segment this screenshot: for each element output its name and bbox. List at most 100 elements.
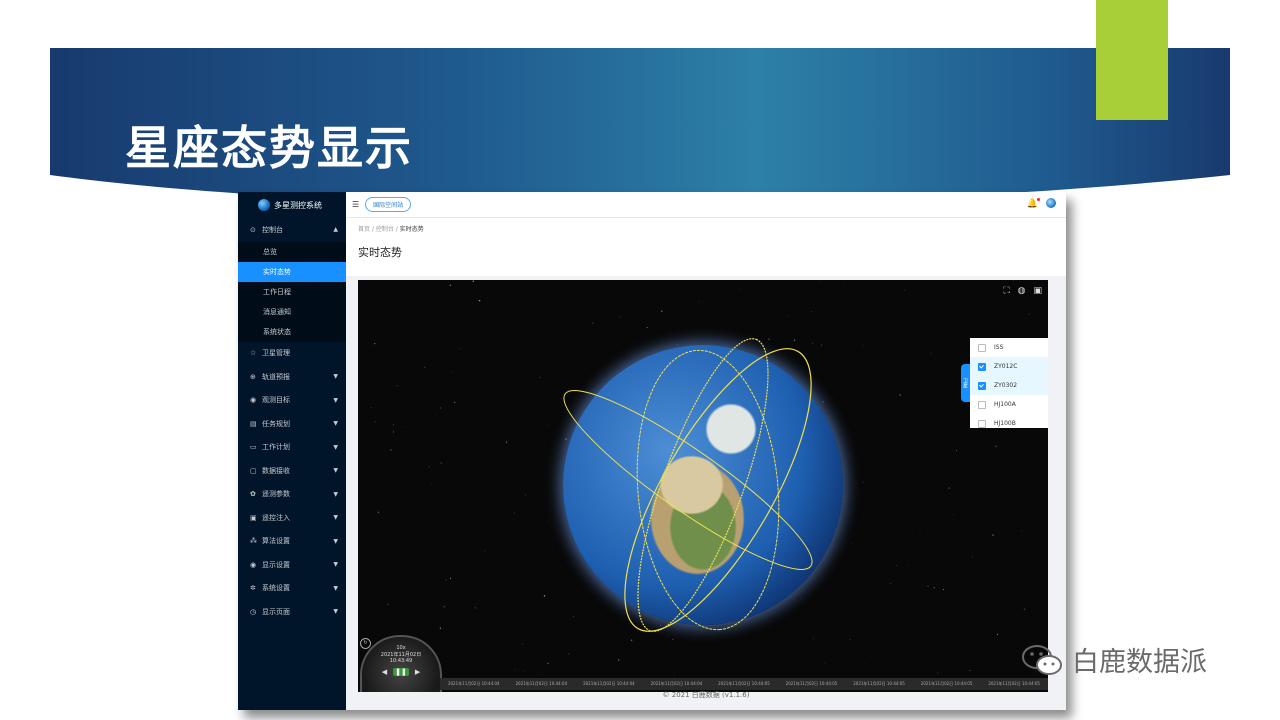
notification-dot (1037, 198, 1040, 201)
sidebar-item-label: 遥控注入 (262, 513, 290, 522)
breadcrumb: 首页 / 控制台 / 实时态势 (358, 226, 424, 233)
sidebar-item-label: 数据接收 (262, 466, 290, 475)
orbit-tracks (563, 338, 813, 632)
rewind-icon[interactable]: ◀ (382, 668, 387, 676)
sidebar-item-label: 遥测参数 (262, 490, 290, 499)
sidebar-subitem[interactable]: 实时态势 (238, 261, 346, 282)
breadcrumb-control[interactable]: 控制台 (376, 226, 394, 233)
sidebar-item-label: 控制台 (262, 225, 283, 234)
sidebar-item-label: 系统设置 (262, 584, 290, 593)
satellite-name: ISS (994, 344, 1004, 351)
timeline-tick: 2021年11月02日 10:44:05 (853, 681, 905, 686)
play-forward-icon[interactable]: ▶ (415, 668, 420, 676)
pause-icon[interactable]: ❚❚ (393, 668, 409, 676)
lock-icon: ▣ (250, 513, 257, 522)
satellite-tag[interactable]: 国际空间站 (365, 197, 412, 212)
timeline-tick: 2021年11月02日 10:44:05 (718, 681, 770, 686)
timeline-tick: 2021年11月02日 10:44:04 (447, 681, 500, 686)
chevron-down-icon: ▼ (333, 420, 338, 428)
satellite-row[interactable]: HJ100B (970, 414, 1048, 433)
image-layer-icon[interactable]: ▣ (1033, 286, 1042, 296)
sidebar-item-label: 任务规划 (262, 419, 290, 428)
clock-time: 10:43:49 (389, 658, 413, 664)
star-icon: ☆ (250, 349, 257, 358)
checkbox[interactable] (978, 343, 986, 352)
chevron-up-icon: ▲ (333, 226, 338, 234)
avatar[interactable] (1046, 198, 1056, 208)
timeline-tick: 2021年11月02日 10:44:04 (583, 681, 635, 686)
gear-icon: ✲ (250, 584, 256, 593)
page-title: 实时态势 (358, 246, 402, 259)
antenna-icon: ✿ (250, 490, 256, 499)
checkbox[interactable] (978, 362, 986, 371)
sidebar-item-label: 卫星管理 (262, 349, 290, 358)
bell-icon[interactable]: 🔔 (1027, 199, 1038, 209)
timeline-tick: 2021年11月02日 10:44:04 (515, 681, 568, 686)
sidebar-subitem[interactable]: 工作日程 (238, 281, 346, 302)
chevron-down-icon: ▼ (333, 561, 338, 569)
sidebar-item-control[interactable]: ⊙ 控制台 ▲ (238, 218, 346, 242)
sidebar-item[interactable]: ⊕ 轨道预报 ▼ (238, 365, 346, 389)
sidebar-item[interactable]: ▢ 数据接收 ▼ (238, 459, 346, 483)
eye-icon: ◉ (250, 560, 257, 569)
sidebar-item-label: 工作计划 (262, 443, 290, 452)
breadcrumb-current: 实时态势 (399, 226, 424, 233)
globe-logo-icon (258, 199, 270, 211)
satellite-name: ZY0302 (994, 382, 1018, 389)
chevron-down-icon: ▼ (333, 373, 338, 381)
sidebar-item[interactable]: ◷ 显示页面 ▼ (238, 600, 346, 624)
satellite-row[interactable]: ZY0302 (970, 376, 1048, 395)
footer: © 2021 白鹿数据 (v1.1.6) (662, 691, 750, 699)
sidebar-item-label: 轨道预报 (262, 372, 290, 381)
sidebar-subitem[interactable]: 消息通知 (238, 301, 346, 322)
satellite-row[interactable]: HJ100A (970, 395, 1048, 414)
viewer-toolbar: ⛶ ◍ ▣ (1003, 286, 1042, 296)
timeline-tick: 2021年11月02日 10:44:05 (785, 681, 838, 686)
sidebar-item[interactable]: ◉ 观测目标 ▼ (238, 389, 346, 413)
brand-watermark: 白鹿数据派 (1020, 640, 1207, 679)
network-icon: ⁂ (250, 537, 257, 546)
dashboard-icon: ⊙ (250, 225, 256, 234)
sidebar-subitem[interactable]: 总览 (238, 241, 346, 262)
timeline-tick: 2021年11月02日 10:44:05 (920, 681, 973, 686)
breadcrumb-home[interactable]: 首页 (358, 226, 370, 233)
sidebar-item[interactable]: ▭ 工作计划 ▼ (238, 436, 346, 460)
main-content: ☰ 国际空间站 🔔 首页 / 控制台 / 实时态势 实时态势 ⛶ ◍ ▣ 卫星 … (346, 192, 1066, 710)
satellite-name: HJ100B (994, 420, 1016, 427)
sidebar-subitem[interactable]: 系统状态 (238, 321, 346, 342)
wechat-icon (1022, 644, 1062, 675)
timeline-tick: 2021年11月02日 10:44:05 (988, 681, 1040, 686)
chevron-down-icon: ▼ (333, 443, 338, 451)
chevron-down-icon: ▼ (333, 467, 338, 475)
sidebar-item[interactable]: ▣ 遥控注入 ▼ (238, 506, 346, 530)
chevron-down-icon: ▼ (333, 584, 338, 592)
app-name: 多星测控系统 (274, 200, 322, 210)
checkbox[interactable] (978, 419, 986, 428)
satellite-panel-tab[interactable]: 卫星 (961, 364, 970, 402)
globe-viewer[interactable]: ⛶ ◍ ▣ 卫星 ISS ZY012C ZY0302 HJ100A HJ100B 10x… (358, 280, 1048, 692)
checkbox[interactable] (978, 400, 986, 409)
sidebar-item-label: 显示页面 (262, 607, 290, 616)
sidebar: 多星测控系统 ⊙ 控制台 ▲ 总览 实时态势 工作日程 消息通知 系统状态 ☆ 卫星管理 ⊕… (238, 192, 346, 710)
menu-toggle-icon[interactable]: ☰ (352, 200, 359, 209)
accent-bar (1096, 0, 1168, 120)
clock-date: 2021年11月02日 (380, 652, 422, 658)
checkbox[interactable] (978, 381, 986, 390)
sidebar-item[interactable]: ✲ 系统设置 ▼ (238, 577, 346, 601)
fullscreen-icon[interactable]: ⛶ (1003, 286, 1009, 296)
chevron-down-icon: ▼ (333, 537, 338, 545)
sidebar-item[interactable]: ◉ 显示设置 ▼ (238, 553, 346, 577)
sidebar-item[interactable]: ✿ 遥测参数 ▼ (238, 483, 346, 507)
globe-mode-icon[interactable]: ◍ (1018, 286, 1026, 296)
app-logo[interactable]: 多星测控系统 (238, 192, 346, 218)
satellite-name: ZY012C (994, 363, 1018, 370)
sidebar-item[interactable]: ☆ 卫星管理 (238, 342, 346, 366)
sidebar-item[interactable]: ⁂ 算法设置 ▼ (238, 530, 346, 554)
satellite-row[interactable]: ISS (970, 338, 1048, 357)
sidebar-item-label: 显示设置 (262, 560, 290, 569)
satellite-list: ISS ZY012C ZY0302 HJ100A HJ100B (970, 338, 1048, 428)
sidebar-item[interactable]: ▤ 任务规划 ▼ (238, 412, 346, 436)
timeline[interactable]: 2021年11月02日 10:44:04 2021年11月02日 10:44:04… (440, 678, 1048, 690)
reset-time-icon[interactable]: ↻ (360, 638, 371, 649)
satellite-row[interactable]: ZY012C (970, 357, 1048, 376)
